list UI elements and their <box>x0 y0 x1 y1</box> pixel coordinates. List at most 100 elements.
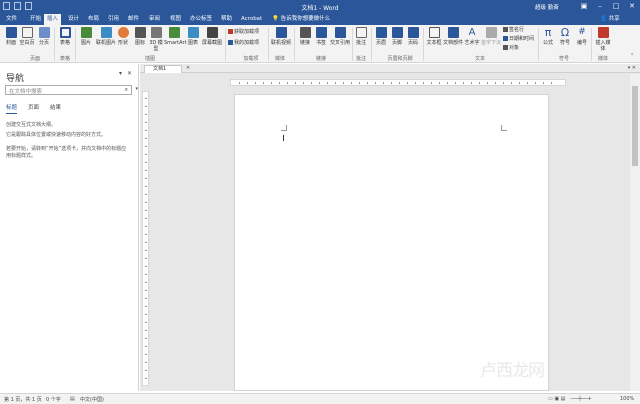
view-buttons[interactable]: ▭ ▣ ▤ <box>548 396 565 402</box>
search-input[interactable]: 在文档中搜索 <box>9 87 42 95</box>
get-addins-button[interactable]: 获取加载项 <box>228 29 259 36</box>
number-button[interactable]: # 编号 <box>574 27 590 46</box>
symbol-button[interactable]: Ω 符号 <box>557 27 573 46</box>
ruler-tick <box>543 82 544 84</box>
word-count[interactable]: 0 个字 <box>46 396 61 403</box>
chevron-down-icon[interactable]: ▾ <box>119 70 122 77</box>
chart-button[interactable]: 图表 <box>185 27 201 46</box>
document-tab[interactable]: 文档1 <box>144 65 182 73</box>
tab-menu-icon[interactable]: ▾ ✕ <box>628 65 636 71</box>
my-addins-button[interactable]: 我的加载项 <box>228 40 259 47</box>
tab-insert[interactable]: 插入 <box>44 14 62 25</box>
shapes-icon <box>117 27 129 38</box>
tab-design[interactable]: 设计 <box>65 14 82 25</box>
tab-acrobat[interactable]: Acrobat <box>238 14 265 25</box>
share-button[interactable]: 👤 共享 <box>600 14 620 25</box>
search-options-icon[interactable]: ▾ <box>135 86 138 92</box>
tab-review[interactable]: 审阅 <box>146 14 163 25</box>
link-button[interactable]: 链接 <box>297 27 313 46</box>
smartart-icon <box>168 27 180 38</box>
table-button[interactable]: 表格 <box>57 27 73 46</box>
tab-office-tab[interactable]: 办公标签 <box>187 14 215 25</box>
close-tab-icon[interactable]: ✕ <box>186 65 190 71</box>
tab-references[interactable]: 引用 <box>105 14 122 25</box>
ruler-tick <box>145 170 147 171</box>
zoom-slider[interactable]: –──┼──+ <box>570 396 592 402</box>
tab-home[interactable]: 开始 <box>27 14 44 25</box>
group-text: 文本 <box>474 56 485 62</box>
scrollbar-thumb[interactable] <box>632 86 638 166</box>
search-icon[interactable]: ⌕ <box>125 86 128 94</box>
text-box-button[interactable]: 文本框 <box>425 27 443 46</box>
tab-help[interactable]: 帮助 <box>218 14 235 25</box>
minimize-button[interactable]: – <box>592 0 608 13</box>
group-separator <box>75 28 76 61</box>
comment-button[interactable]: 批注 <box>353 27 369 46</box>
ruler-tick <box>145 186 147 187</box>
online-picture-button[interactable]: 联机图片 <box>96 27 116 46</box>
embed-media-button[interactable]: 插入媒体 <box>594 27 612 52</box>
user-name[interactable]: 超级 勤奋 <box>535 3 559 11</box>
drop-cap-button[interactable]: 首字下沉 <box>481 27 501 46</box>
equation-button[interactable]: π 公式 <box>540 27 556 46</box>
shapes-button[interactable]: 形状 <box>115 27 131 46</box>
tab-file[interactable]: 文件 <box>3 14 20 25</box>
tell-me-box[interactable]: 💡 告诉我你想要做什么 <box>272 14 330 25</box>
ruler-tick <box>303 82 304 84</box>
ribbon-options-icon[interactable]: ▣ <box>576 0 592 13</box>
ruler-tick <box>145 210 147 211</box>
collapse-ribbon-icon[interactable]: ⌃ <box>630 53 634 60</box>
picture-button[interactable]: 图片 <box>78 27 94 46</box>
close-icon[interactable]: ✕ <box>127 70 132 77</box>
group-comments: 批注 <box>355 56 366 62</box>
blank-page-button[interactable]: 空白页 <box>19 27 35 46</box>
tab-results[interactable]: 结果 <box>50 103 61 114</box>
footer-button[interactable]: 页脚 <box>389 27 405 46</box>
object-button[interactable]: 对象 <box>503 45 519 52</box>
tab-layout[interactable]: 布局 <box>85 14 102 25</box>
online-video-button[interactable]: 联机视频 <box>270 27 292 46</box>
language[interactable]: 中文(中国) <box>80 396 104 403</box>
tab-headings[interactable]: 标题 <box>6 103 18 114</box>
zoom-level[interactable]: 100% <box>620 396 634 402</box>
bookmark-button[interactable]: 书签 <box>313 27 329 46</box>
ruler-tick <box>145 258 147 259</box>
margin-mark <box>281 125 287 131</box>
tab-mailings[interactable]: 邮件 <box>125 14 142 25</box>
icons-button[interactable]: 图标 <box>132 27 148 46</box>
3d-model-button[interactable]: 3D 模型 <box>148 27 164 52</box>
horizontal-ruler[interactable] <box>230 79 566 86</box>
ribbon-tab-bar: 文件 开始 插入 设计 布局 引用 邮件 审阅 视图 办公标签 帮助 Acrob… <box>0 13 640 25</box>
cross-reference-icon <box>334 27 346 38</box>
quick-parts-button[interactable]: 文档部件 <box>443 27 463 46</box>
screenshot-button[interactable]: 屏幕截图 <box>201 27 223 46</box>
page-number-button[interactable]: 页码 <box>405 27 421 46</box>
ruler-tick <box>399 82 400 84</box>
smartart-button[interactable]: SmartArt <box>164 27 187 46</box>
date-time-button[interactable]: 日期和时间 <box>503 36 534 43</box>
close-button[interactable]: ✕ <box>624 0 640 13</box>
document-page[interactable] <box>234 94 549 391</box>
cover-page-button[interactable]: 封面 <box>3 27 19 46</box>
page-break-button[interactable]: 分页 <box>36 27 52 46</box>
page-number-icon <box>407 27 419 38</box>
tab-pages[interactable]: 页面 <box>28 103 39 114</box>
cross-reference-button[interactable]: 交叉引用 <box>329 27 351 46</box>
proofing-icon[interactable]: ▤ <box>70 396 75 402</box>
picture-icon <box>80 27 92 38</box>
signature-line-button[interactable]: 签名行 <box>503 27 524 34</box>
vertical-ruler[interactable] <box>142 91 149 386</box>
group-pages: 页面 <box>29 56 40 62</box>
maximize-button[interactable]: □ <box>608 0 624 13</box>
ruler-tick <box>551 82 552 84</box>
margin-mark <box>501 125 507 131</box>
vertical-scrollbar[interactable] <box>630 74 640 391</box>
header-button[interactable]: 页眉 <box>373 27 389 46</box>
ruler-tick <box>145 298 147 299</box>
wordart-button[interactable]: A 艺术字 <box>463 27 481 46</box>
nav-search-box[interactable]: 在文档中搜索 ⌕ ▾ <box>5 85 138 95</box>
page-count[interactable]: 第 1 页，共 1 页 <box>4 396 42 403</box>
screenshot-icon <box>206 27 218 38</box>
tab-view[interactable]: 视图 <box>167 14 184 25</box>
embed-media-icon <box>597 27 609 38</box>
